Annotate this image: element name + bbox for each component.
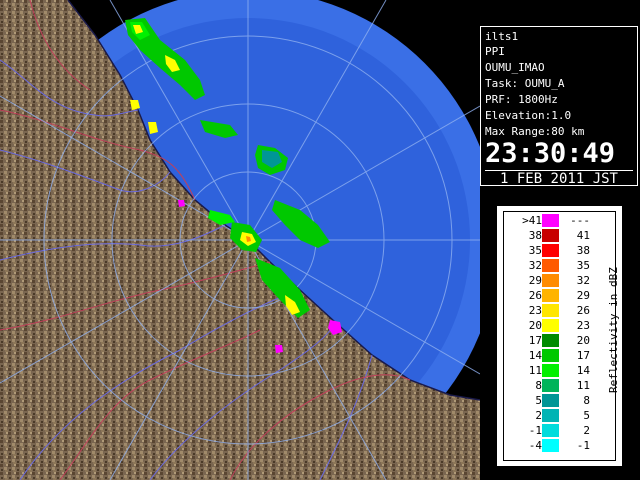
legend-lower-bound: 11	[528, 364, 542, 377]
legend-lower-bound: 8	[535, 379, 542, 392]
legend-color-swatch	[542, 424, 559, 437]
prf-value: PRF: 1800Hz	[485, 93, 558, 106]
scan-info-panel: ilts1 PPI OUMU_IMAO Task: OUMU_A PRF: 18…	[480, 26, 638, 187]
legend-upper-bound: 35	[576, 259, 590, 272]
legend-color-swatch	[542, 334, 559, 347]
legend-lower-bound: 38	[528, 229, 542, 242]
site-name: OUMU_IMAO	[485, 61, 545, 74]
legend-color-swatch	[542, 214, 559, 227]
product-type: PPI	[485, 45, 505, 58]
legend-lower-bound: -1	[528, 424, 542, 437]
legend-lower-bound: 32	[528, 259, 542, 272]
radar-ppi-display	[0, 0, 480, 480]
legend-upper-bound: 20	[576, 334, 590, 347]
max-range-value: Max Range:80 km	[485, 125, 585, 138]
legend-lower-bound: -4	[528, 439, 542, 452]
legend-color-swatch	[542, 364, 559, 377]
legend-lower-bound: >41	[522, 214, 542, 227]
legend-upper-bound: 29	[576, 289, 590, 302]
legend-lower-bound: 14	[528, 349, 542, 362]
legend-color-swatch	[542, 244, 559, 257]
legend-upper-bound: 17	[576, 349, 590, 362]
legend-lower-bound: 29	[528, 274, 542, 287]
legend-upper-bound: 32	[576, 274, 590, 287]
legend-upper-bound: -1	[576, 439, 590, 452]
legend-lower-bound: 23	[528, 304, 542, 317]
legend-lower-bound: 17	[528, 334, 542, 347]
legend-upper-bound: ---	[570, 214, 590, 227]
legend-upper-bound: 23	[576, 319, 590, 332]
legend-color-swatch	[542, 379, 559, 392]
station-name: ilts1	[485, 30, 519, 43]
legend-color-swatch	[542, 409, 559, 422]
legend-upper-bound: 41	[576, 229, 590, 242]
scan-date: 1 FEB 2011 JST	[485, 170, 633, 187]
legend-title: Reflectivity in dBZ	[607, 267, 620, 393]
legend-color-swatch	[542, 349, 559, 362]
legend-lower-bound: 35	[528, 244, 542, 257]
legend-upper-bound: 2	[583, 424, 590, 437]
legend-lower-bound: 26	[528, 289, 542, 302]
elevation-value: Elevation:1.0	[485, 109, 572, 122]
legend-lower-bound: 20	[528, 319, 542, 332]
legend-color-swatch	[542, 394, 559, 407]
legend-lower-bound: 5	[535, 394, 542, 407]
legend-upper-bound: 8	[583, 394, 590, 407]
legend-color-swatch	[542, 319, 559, 332]
legend-upper-bound: 11	[576, 379, 590, 392]
legend-upper-bound: 26	[576, 304, 590, 317]
legend-color-swatch	[542, 274, 559, 287]
legend-color-swatch	[542, 259, 559, 272]
legend-lower-bound: 2	[535, 409, 542, 422]
legend-color-swatch	[542, 289, 559, 302]
legend-upper-bound: 14	[576, 364, 590, 377]
legend-upper-bound: 5	[583, 409, 590, 422]
legend-color-swatch	[542, 229, 559, 242]
legend-color-swatch	[542, 304, 559, 317]
task-name: Task: OUMU_A	[485, 77, 565, 90]
legend-upper-bound: 38	[576, 244, 590, 257]
scan-time: 23:30:49	[485, 138, 616, 169]
legend-color-swatch	[542, 439, 559, 452]
